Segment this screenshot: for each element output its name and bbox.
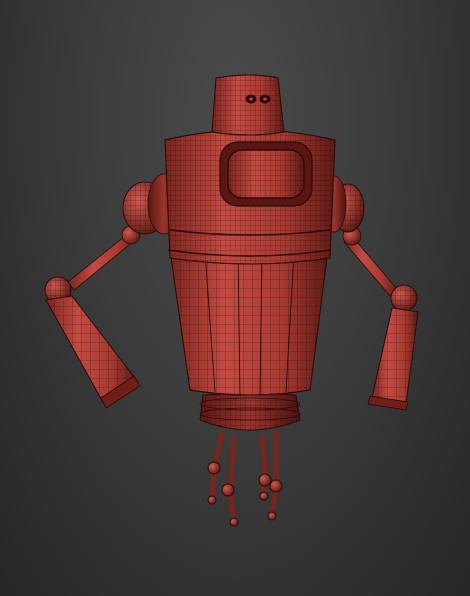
3d-viewport[interactable] xyxy=(0,0,470,596)
chest-screen xyxy=(219,141,313,207)
robot-legs xyxy=(207,431,283,527)
robot-base xyxy=(199,393,301,431)
robot-lower-body xyxy=(169,249,329,397)
robot-model xyxy=(44,74,419,527)
robot-right-arm xyxy=(342,226,419,411)
robot-head xyxy=(211,74,285,136)
robot-left-arm xyxy=(44,225,141,409)
